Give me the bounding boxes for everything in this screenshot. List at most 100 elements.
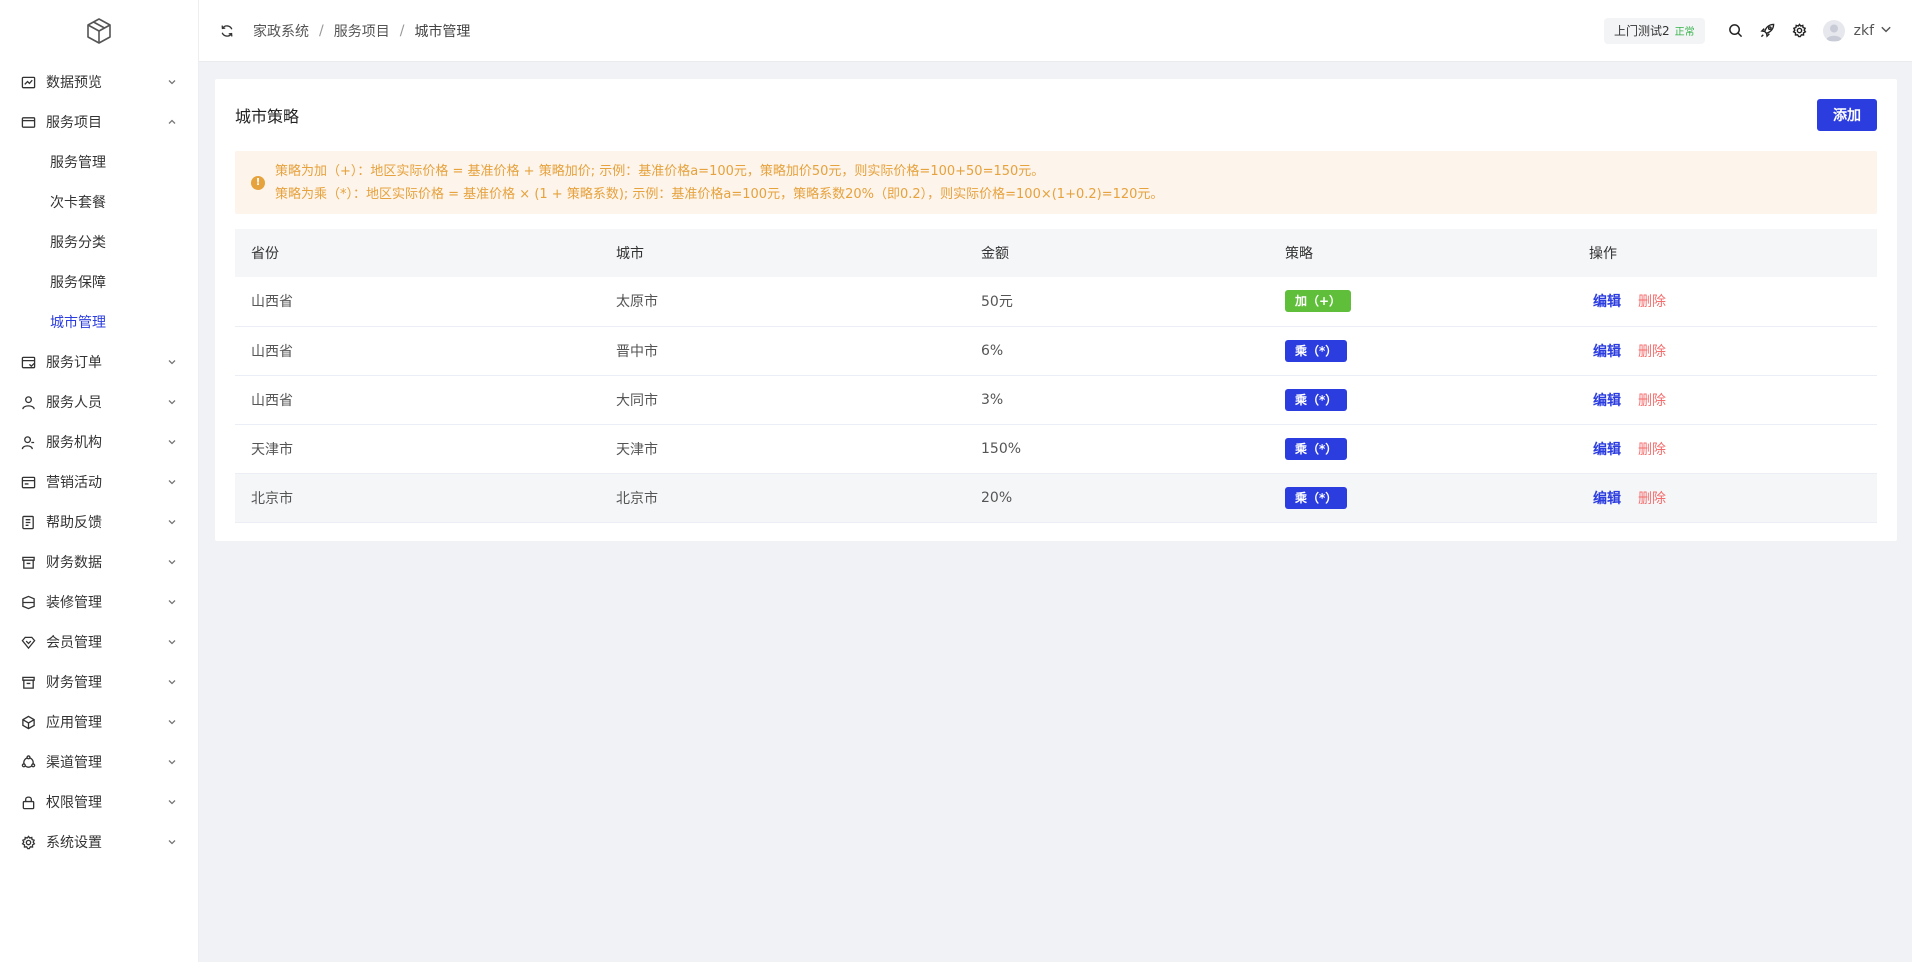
sidebar-item-label: 服务人员 bbox=[46, 395, 102, 411]
breadcrumb-item-service-projects[interactable]: 服务项目 bbox=[334, 21, 390, 41]
sidebar-subitem-city-management[interactable]: 城市管理 bbox=[0, 302, 198, 342]
edit-link[interactable]: 编辑 bbox=[1593, 491, 1621, 507]
sidebar-subitem-service-management[interactable]: 服务管理 bbox=[0, 142, 198, 182]
sidebar-item-finance[interactable]: 财务管理 bbox=[0, 662, 198, 702]
cell-actions: 编辑 删除 bbox=[1573, 277, 1877, 327]
cell-city: 大同市 bbox=[600, 375, 965, 425]
city-strategy-table: 省份 城市 金额 策略 操作 山西省 太原市 50元 加（+） 编辑 删除 山西省… bbox=[235, 229, 1877, 523]
cell-strategy: 加（+） bbox=[1269, 277, 1573, 327]
delete-link[interactable]: 删除 bbox=[1638, 491, 1666, 507]
sidebar-item-service-orgs[interactable]: 服务机构 bbox=[0, 422, 198, 462]
sidebar-item-service-staff[interactable]: 服务人员 bbox=[0, 382, 198, 422]
logo[interactable] bbox=[0, 0, 198, 62]
edit-link[interactable]: 编辑 bbox=[1593, 344, 1621, 360]
delete-link[interactable]: 删除 bbox=[1638, 344, 1666, 360]
chevron-down-icon bbox=[166, 476, 178, 488]
sidebar-subitem-card-package[interactable]: 次卡套餐 bbox=[0, 182, 198, 222]
sidebar-item-label: 服务机构 bbox=[46, 435, 102, 451]
user-menu[interactable]: zkf bbox=[1822, 19, 1892, 42]
cell-province: 山西省 bbox=[235, 375, 600, 425]
sidebar-item-members[interactable]: 会员管理 bbox=[0, 622, 198, 662]
decor-icon bbox=[20, 594, 36, 610]
cell-actions: 编辑 删除 bbox=[1573, 424, 1877, 474]
sidebar-item-service-orders[interactable]: 服务订单 bbox=[0, 342, 198, 382]
rocket-icon[interactable] bbox=[1759, 22, 1777, 40]
column-header-amount: 金额 bbox=[981, 246, 1009, 262]
sidebar-item-system-settings[interactable]: 系统设置 bbox=[0, 822, 198, 862]
cell-city: 北京市 bbox=[600, 473, 965, 523]
sidebar-subitem-service-category[interactable]: 服务分类 bbox=[0, 222, 198, 262]
breadcrumb-item-home[interactable]: 家政系统 bbox=[253, 21, 309, 41]
finance-data-icon bbox=[20, 554, 36, 570]
cell-city: 天津市 bbox=[600, 424, 965, 474]
sidebar-item-help-feedback[interactable]: 帮助反馈 bbox=[0, 502, 198, 542]
org-icon bbox=[20, 434, 36, 450]
refresh-icon[interactable] bbox=[219, 23, 235, 39]
cell-actions: 编辑 删除 bbox=[1573, 375, 1877, 425]
chart-icon bbox=[20, 74, 36, 90]
sidebar-item-label: 渠道管理 bbox=[46, 755, 102, 771]
sidebar-item-label: 财务管理 bbox=[46, 675, 102, 691]
wallet-icon bbox=[20, 114, 36, 130]
cell-amount: 20% bbox=[965, 473, 1269, 523]
top-header: 家政系统 / 服务项目 / 城市管理 上门测试2 正常 zkf bbox=[199, 0, 1912, 62]
cell-strategy: 乘（*） bbox=[1269, 375, 1573, 425]
cell-actions: 编辑 删除 bbox=[1573, 473, 1877, 523]
sidebar-item-marketing[interactable]: 营销活动 bbox=[0, 462, 198, 502]
sidebar-subitem-service-guarantee[interactable]: 服务保障 bbox=[0, 262, 198, 302]
cell-strategy: 乘（*） bbox=[1269, 424, 1573, 474]
chevron-down-icon bbox=[166, 356, 178, 368]
sidebar-item-permissions[interactable]: 权限管理 bbox=[0, 782, 198, 822]
tenant-status: 正常 bbox=[1674, 27, 1695, 38]
sidebar-item-channels[interactable]: 渠道管理 bbox=[0, 742, 198, 782]
add-button[interactable]: 添加 bbox=[1817, 99, 1877, 131]
warning-icon: ! bbox=[251, 175, 265, 190]
chevron-down-icon bbox=[166, 676, 178, 688]
chevron-down-icon bbox=[166, 516, 178, 528]
cell-province: 天津市 bbox=[235, 424, 600, 474]
edit-link[interactable]: 编辑 bbox=[1593, 442, 1621, 458]
column-header-city: 城市 bbox=[616, 246, 644, 262]
sidebar-item-apps[interactable]: 应用管理 bbox=[0, 702, 198, 742]
chevron-down-icon bbox=[166, 556, 178, 568]
notice-text: 策略为加（+）：地区实际价格 = 基准价格 + 策略加价; 示例：基准价格a=1… bbox=[275, 160, 1163, 206]
cell-province: 山西省 bbox=[235, 326, 600, 376]
strategy-notice: ! 策略为加（+）：地区实际价格 = 基准价格 + 策略加价; 示例：基准价格a… bbox=[235, 151, 1877, 214]
cell-amount: 3% bbox=[965, 375, 1269, 425]
gear-icon bbox=[20, 834, 36, 850]
strategy-tag-multiply: 乘（*） bbox=[1285, 388, 1348, 411]
cell-strategy: 乘（*） bbox=[1269, 473, 1573, 523]
cell-amount: 150% bbox=[965, 424, 1269, 474]
notice-line-multiply: 策略为乘（*）：地区实际价格 = 基准价格 × (1 + 策略系数); 示例：基… bbox=[275, 186, 1164, 202]
sidebar-menu: 数据预览 服务项目 服务管理 次卡套餐 服务分类 服务保障 城市管理 服务订单 … bbox=[0, 62, 198, 862]
column-header-province: 省份 bbox=[251, 246, 279, 262]
sidebar-item-decoration[interactable]: 装修管理 bbox=[0, 582, 198, 622]
edit-link[interactable]: 编辑 bbox=[1593, 294, 1621, 310]
username: zkf bbox=[1853, 22, 1874, 39]
cube-logo-icon bbox=[87, 18, 111, 44]
search-icon[interactable] bbox=[1727, 22, 1745, 40]
delete-link[interactable]: 删除 bbox=[1638, 294, 1666, 310]
delete-link[interactable]: 删除 bbox=[1638, 393, 1666, 409]
notice-line-plus: 策略为加（+）：地区实际价格 = 基准价格 + 策略加价; 示例：基准价格a=1… bbox=[275, 163, 1045, 179]
cell-province: 山西省 bbox=[235, 277, 600, 327]
delete-link[interactable]: 删除 bbox=[1638, 442, 1666, 458]
sidebar-item-label: 财务数据 bbox=[46, 555, 102, 571]
chevron-down-icon bbox=[166, 396, 178, 408]
card-header: 城市策略 添加 bbox=[235, 79, 1877, 151]
table-row: 山西省 晋中市 6% 乘（*） 编辑 删除 bbox=[235, 326, 1877, 376]
table-row: 北京市 北京市 20% 乘（*） 编辑 删除 bbox=[235, 473, 1877, 523]
sidebar-item-dashboard[interactable]: 数据预览 bbox=[0, 62, 198, 102]
column-header-strategy: 策略 bbox=[1285, 246, 1313, 262]
tenant-badge[interactable]: 上门测试2 正常 bbox=[1603, 17, 1705, 44]
sidebar-item-label: 服务订单 bbox=[46, 355, 102, 371]
chevron-down-icon bbox=[166, 76, 178, 88]
sidebar-item-label: 权限管理 bbox=[46, 795, 102, 811]
edit-link[interactable]: 编辑 bbox=[1593, 393, 1621, 409]
lock-icon bbox=[20, 794, 36, 810]
breadcrumb-separator: / bbox=[319, 22, 324, 39]
cell-amount: 6% bbox=[965, 326, 1269, 376]
sidebar-item-service-projects[interactable]: 服务项目 bbox=[0, 102, 198, 142]
sidebar-item-finance-data[interactable]: 财务数据 bbox=[0, 542, 198, 582]
settings-gear-icon[interactable] bbox=[1791, 22, 1809, 40]
